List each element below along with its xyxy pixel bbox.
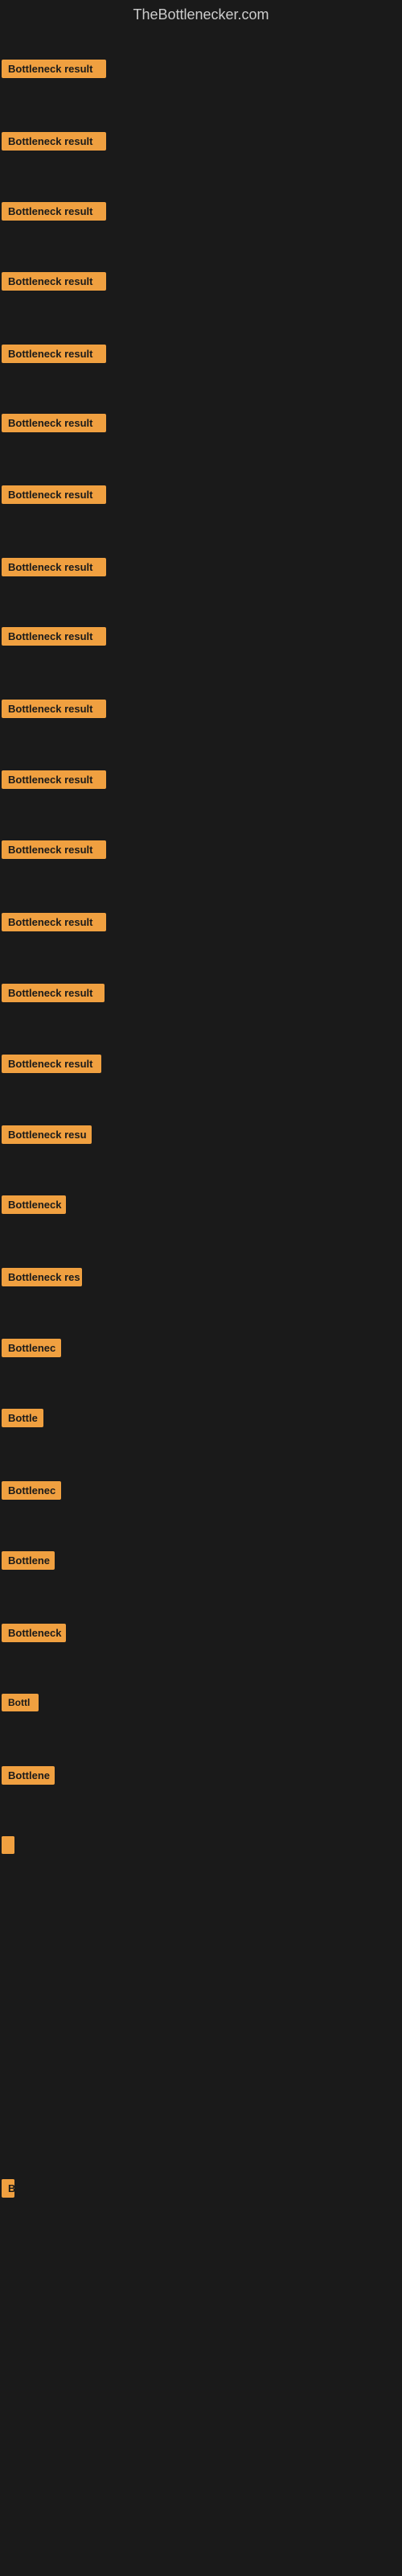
bottleneck-badge[interactable]: Bottleneck result [2, 913, 106, 931]
bottleneck-badge[interactable]: Bottleneck result [2, 485, 106, 504]
bottleneck-badge[interactable]: Bottleneck resu [2, 1125, 92, 1144]
bottleneck-badge[interactable]: Bottleneck result [2, 770, 106, 789]
bottleneck-badge[interactable]: Bottlenec [2, 1339, 61, 1357]
bottleneck-badge[interactable]: Bottleneck result [2, 272, 106, 291]
bottleneck-item: Bottleneck result [2, 840, 106, 863]
bottleneck-item-small [2, 1836, 14, 1858]
bottleneck-item: Bottleneck result [2, 132, 106, 155]
bottleneck-badge[interactable]: Bottleneck [2, 1624, 66, 1642]
bottleneck-item: Bottlene [2, 1766, 55, 1789]
bottleneck-item: Bottleneck result [2, 414, 106, 436]
bottleneck-item: Bottl [2, 1694, 39, 1715]
bottleneck-item: Bottleneck [2, 1624, 66, 1646]
bottleneck-item: Bottlenec [2, 1339, 61, 1361]
bottleneck-item: Bottleneck result [2, 770, 106, 793]
bottleneck-item: Bottleneck result [2, 1055, 101, 1077]
bottleneck-badge[interactable]: Bottleneck result [2, 984, 105, 1002]
bottleneck-badge[interactable]: Bottleneck [2, 1195, 66, 1214]
bottleneck-badge[interactable]: Bottleneck result [2, 627, 106, 646]
bottleneck-badge[interactable]: Bottleneck result [2, 345, 106, 363]
bottleneck-item: Bottleneck res [2, 1268, 82, 1290]
bottleneck-item: Bottleneck [2, 1195, 66, 1218]
bottleneck-item: Bottleneck result [2, 202, 106, 225]
bottleneck-badge[interactable]: Bottleneck result [2, 202, 106, 221]
bottleneck-item: Bottleneck result [2, 700, 106, 722]
bottleneck-badge[interactable]: Bottl [2, 1694, 39, 1711]
bottleneck-item: Bottleneck result [2, 984, 105, 1006]
bottleneck-item: Bottleneck result [2, 558, 106, 580]
bottleneck-badge[interactable]: Bottleneck result [2, 1055, 101, 1073]
bottleneck-item: Bottleneck result [2, 272, 106, 295]
bottleneck-item: Bottlenec [2, 1481, 61, 1504]
items-container: Bottleneck result Bottleneck result Bottle… [0, 30, 402, 2574]
bottleneck-badge[interactable]: Bottleneck result [2, 840, 106, 859]
bottleneck-badge[interactable]: Bottleneck result [2, 132, 106, 151]
bottleneck-badge[interactable]: Bottleneck result [2, 60, 106, 78]
bottleneck-badge[interactable]: Bottleneck result [2, 558, 106, 576]
bottleneck-badge[interactable]: Bottlene [2, 1766, 55, 1785]
bottleneck-badge[interactable]: Bottle [2, 1409, 43, 1427]
bottleneck-badge[interactable]: Bottleneck result [2, 414, 106, 432]
bottleneck-badge[interactable]: Bottleneck result [2, 700, 106, 718]
bottleneck-item: Bottleneck resu [2, 1125, 92, 1148]
bottleneck-item: Bottlene [2, 1551, 55, 1574]
bottleneck-badge[interactable]: Bottlenec [2, 1481, 61, 1500]
bottleneck-badge-b[interactable]: B [2, 2179, 14, 2198]
bottleneck-item-b: B [2, 2179, 14, 2202]
bottleneck-badge[interactable]: Bottleneck res [2, 1268, 82, 1286]
bottleneck-item: Bottleneck result [2, 60, 106, 82]
bottleneck-badge[interactable]: Bottlene [2, 1551, 55, 1570]
bottleneck-item: Bottleneck result [2, 345, 106, 367]
bottleneck-item: Bottle [2, 1409, 43, 1431]
bottleneck-badge-tiny[interactable] [2, 1836, 14, 1854]
bottleneck-item: Bottleneck result [2, 485, 106, 508]
bottleneck-item: Bottleneck result [2, 627, 106, 650]
bottleneck-item: Bottleneck result [2, 913, 106, 935]
site-title: TheBottlenecker.com [0, 0, 402, 30]
